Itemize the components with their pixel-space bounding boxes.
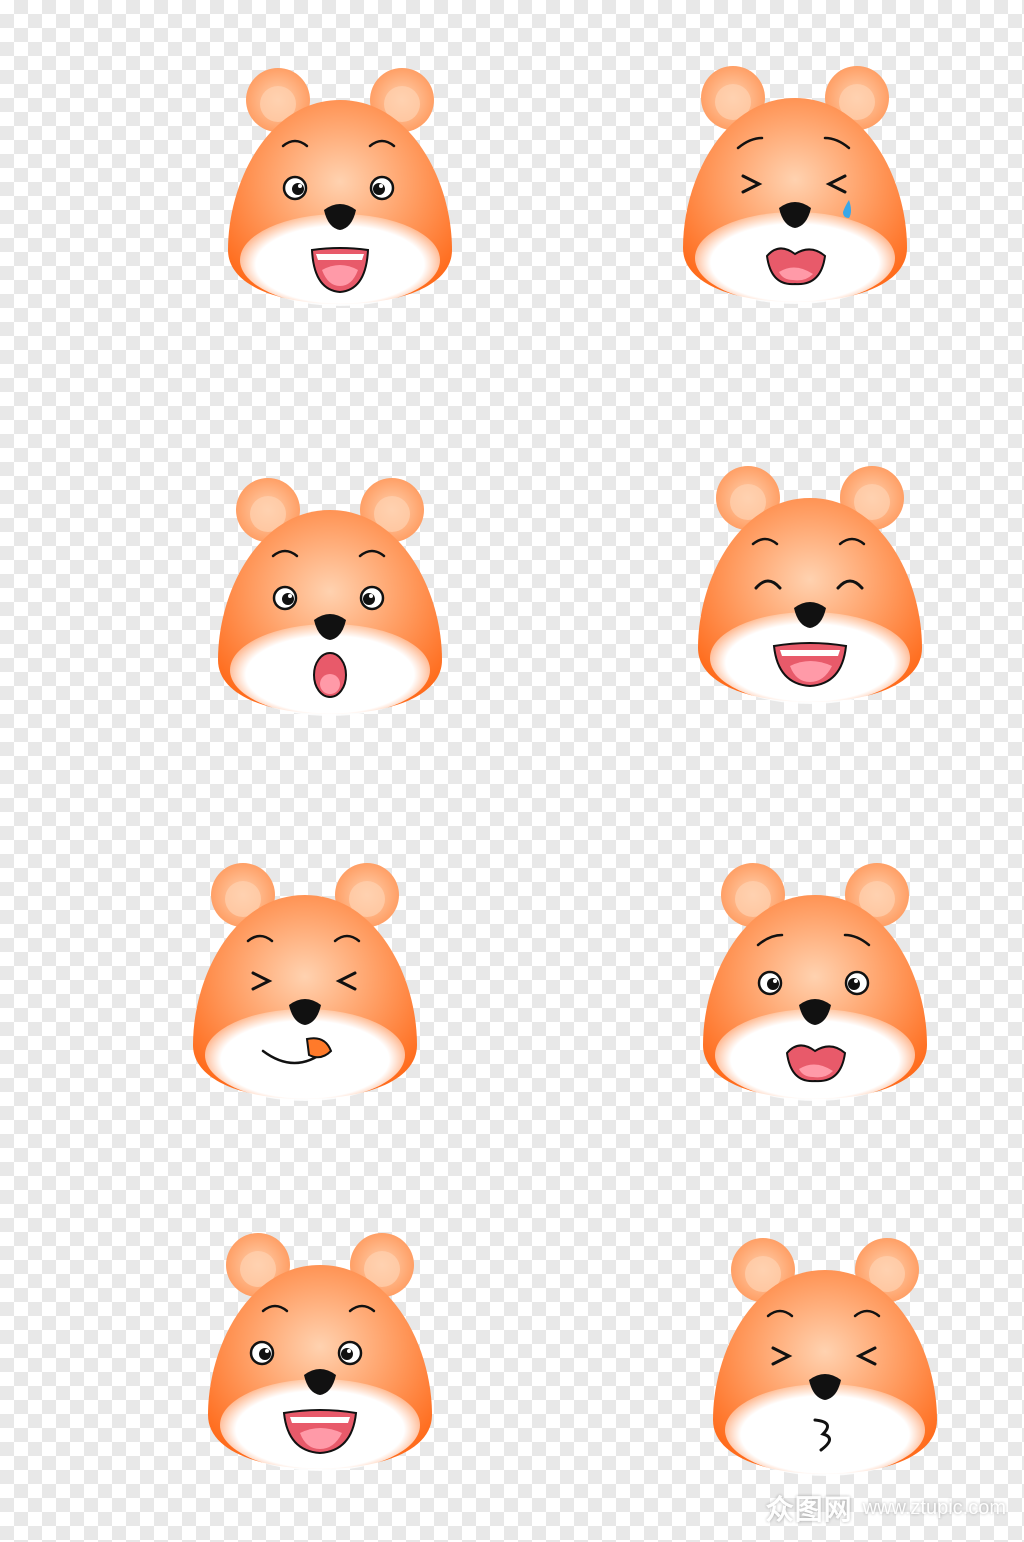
sticker-canvas: 众图网 www.ztupic.com	[0, 0, 1024, 1542]
bear-kiss-icon	[705, 1230, 945, 1480]
bear-shocked-icon	[200, 1225, 440, 1475]
bear-laughing-icon	[690, 458, 930, 708]
watermark: 众图网 www.ztupic.com	[766, 1488, 1006, 1528]
bear-happy-icon	[220, 60, 460, 310]
bear-wink-lick-icon	[185, 855, 425, 1105]
bear-worried-icon	[695, 855, 935, 1105]
watermark-logo: 众图网	[765, 1493, 853, 1526]
bear-crying-icon	[675, 58, 915, 308]
watermark-url: www.ztupic.com	[862, 1496, 1006, 1519]
bear-surprised-icon	[210, 470, 450, 720]
